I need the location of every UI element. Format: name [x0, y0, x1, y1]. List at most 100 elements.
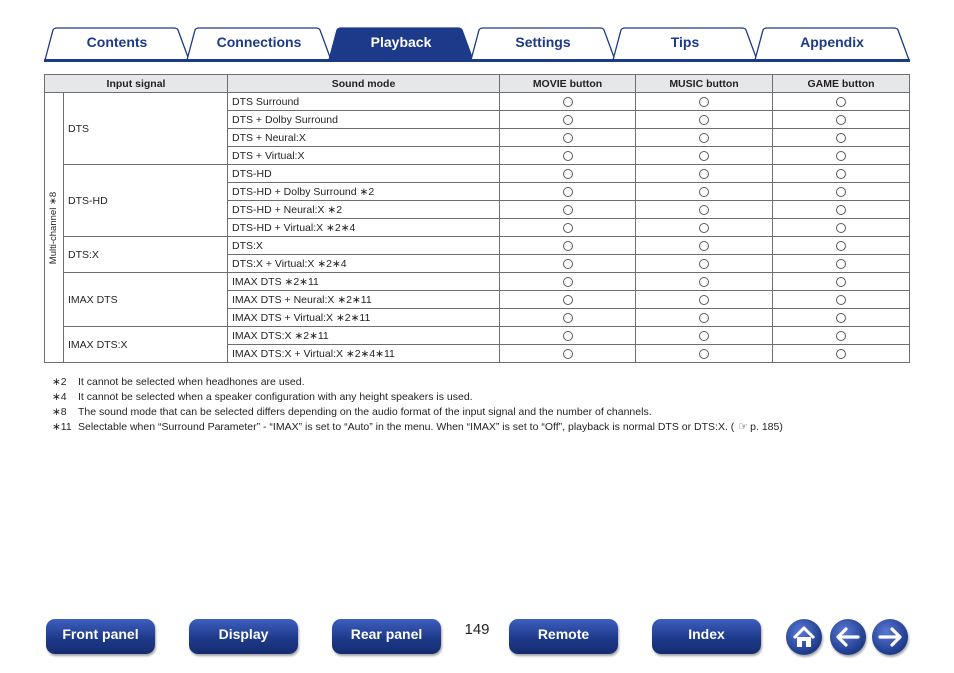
- available-mark: [562, 240, 573, 251]
- available-mark: [836, 132, 847, 143]
- game-mark-cell: [772, 236, 911, 255]
- movie-mark-cell: [499, 290, 637, 309]
- available-mark: [699, 348, 710, 359]
- tab-connections[interactable]: Connections: [186, 27, 332, 60]
- footnote-text: It cannot be selected when headhones are…: [78, 376, 305, 388]
- available-mark: [699, 150, 710, 161]
- movie-mark-cell: [499, 128, 637, 147]
- game-mark-cell: [772, 92, 911, 111]
- available-mark: [699, 330, 710, 341]
- remote-button[interactable]: Remote: [509, 619, 618, 654]
- sound-mode-cell: DTS + Neural:X: [227, 128, 501, 147]
- tab-settings[interactable]: Settings: [470, 27, 616, 60]
- sound-mode-cell: DTS-HD + Virtual:X ∗2∗4: [227, 218, 501, 237]
- available-mark: [836, 312, 847, 323]
- available-mark: [562, 150, 573, 161]
- sound-mode-cell: IMAX DTS + Neural:X ∗2∗11: [227, 290, 501, 309]
- home-icon: [792, 626, 816, 647]
- available-mark: [836, 222, 847, 233]
- available-mark: [836, 276, 847, 287]
- game-mark-cell: [772, 308, 911, 327]
- group-label-cell: Multi-channel ∗8: [44, 92, 64, 363]
- footnote-text: Selectable when “Surround Parameter” - “…: [78, 421, 735, 433]
- display-button[interactable]: Display: [189, 619, 298, 654]
- tab-playback[interactable]: Playback: [328, 27, 474, 60]
- home-button[interactable]: [786, 619, 822, 655]
- tab-underline: [44, 59, 910, 62]
- sound-mode-cell: DTS-HD: [227, 164, 501, 183]
- movie-mark-cell: [499, 218, 637, 237]
- music-mark-cell: [635, 92, 774, 111]
- music-mark-cell: [635, 146, 774, 165]
- rear-panel-button[interactable]: Rear panel: [332, 619, 441, 654]
- table-row: Multi-channel ∗8 DTS DTS Surround: [44, 92, 911, 363]
- top-tab-bar: Contents Connections Playback Settings T…: [0, 0, 954, 64]
- sound-mode-cell: DTS Surround: [227, 92, 501, 111]
- footnotes: ∗2 It cannot be selected when headhones …: [52, 375, 783, 435]
- available-mark: [699, 204, 710, 215]
- available-mark: [699, 240, 710, 251]
- pointing-hand-icon[interactable]: ☞: [738, 420, 748, 435]
- arrow-right-icon: [878, 627, 902, 647]
- movie-mark-cell: [499, 164, 637, 183]
- input-signal-cell: DTS: [62, 92, 229, 165]
- music-mark-cell: [635, 110, 774, 129]
- game-mark-cell: [772, 344, 911, 363]
- game-mark-cell: [772, 272, 911, 291]
- available-mark: [836, 294, 847, 305]
- header-input-signal: Input signal: [43, 74, 229, 93]
- footnote: ∗8 The sound mode that can be selected d…: [52, 405, 783, 420]
- music-mark-cell: [635, 182, 774, 201]
- input-signal-cell: IMAX DTS: [62, 272, 229, 327]
- footnote: ∗4 It cannot be selected when a speaker …: [52, 390, 783, 405]
- sound-mode-cell: DTS:X: [227, 236, 501, 255]
- index-button[interactable]: Index: [652, 619, 761, 654]
- movie-mark-cell: [499, 308, 637, 327]
- music-mark-cell: [635, 128, 774, 147]
- sound-mode-cell: IMAX DTS + Virtual:X ∗2∗11: [227, 308, 501, 327]
- music-mark-cell: [635, 326, 774, 345]
- tab-appendix[interactable]: Appendix: [754, 27, 910, 60]
- forward-button[interactable]: [872, 619, 908, 655]
- available-mark: [562, 312, 573, 323]
- input-signal-cell: DTS-HD: [62, 164, 229, 237]
- table-row: IMAX DTS:X IMAX DTS:X ∗2∗11: [45, 326, 911, 363]
- available-mark: [562, 132, 573, 143]
- front-panel-button[interactable]: Front panel: [46, 619, 155, 654]
- header-sound-mode: Sound mode: [227, 74, 501, 93]
- tab-contents[interactable]: Contents: [44, 27, 190, 60]
- music-mark-cell: [635, 272, 774, 291]
- available-mark: [699, 168, 710, 179]
- footnote-mark: ∗11: [52, 421, 72, 433]
- arrow-left-icon: [836, 627, 860, 647]
- header-game-button: GAME button: [772, 74, 911, 93]
- sound-mode-cell: DTS:X + Virtual:X ∗2∗4: [227, 254, 501, 273]
- music-mark-cell: [635, 290, 774, 309]
- available-mark: [699, 132, 710, 143]
- input-signal-cell: DTS:X: [62, 236, 229, 273]
- table-row: IMAX DTS IMAX DTS ∗2∗11: [45, 272, 911, 327]
- game-mark-cell: [772, 110, 911, 129]
- music-mark-cell: [635, 308, 774, 327]
- tab-label: Tips: [670, 34, 700, 50]
- game-mark-cell: [772, 326, 911, 345]
- tab-tips[interactable]: Tips: [612, 27, 758, 60]
- input-signal-cell: IMAX DTS:X: [62, 326, 229, 363]
- available-mark: [836, 150, 847, 161]
- available-mark: [562, 96, 573, 107]
- movie-mark-cell: [499, 182, 637, 201]
- game-mark-cell: [772, 164, 911, 183]
- available-mark: [836, 186, 847, 197]
- game-mark-cell: [772, 200, 911, 219]
- tab-label: Playback: [370, 34, 432, 50]
- game-mark-cell: [772, 218, 911, 237]
- movie-mark-cell: [499, 326, 637, 345]
- sound-mode-cell: DTS-HD + Neural:X ∗2: [227, 200, 501, 219]
- back-button[interactable]: [830, 619, 866, 655]
- footnote-text: It cannot be selected when a speaker con…: [78, 391, 473, 403]
- header-music-button: MUSIC button: [635, 74, 774, 93]
- page-reference-link[interactable]: p. 185): [750, 420, 783, 435]
- available-mark: [562, 276, 573, 287]
- available-mark: [562, 258, 573, 269]
- footnote-mark: ∗2: [52, 376, 67, 388]
